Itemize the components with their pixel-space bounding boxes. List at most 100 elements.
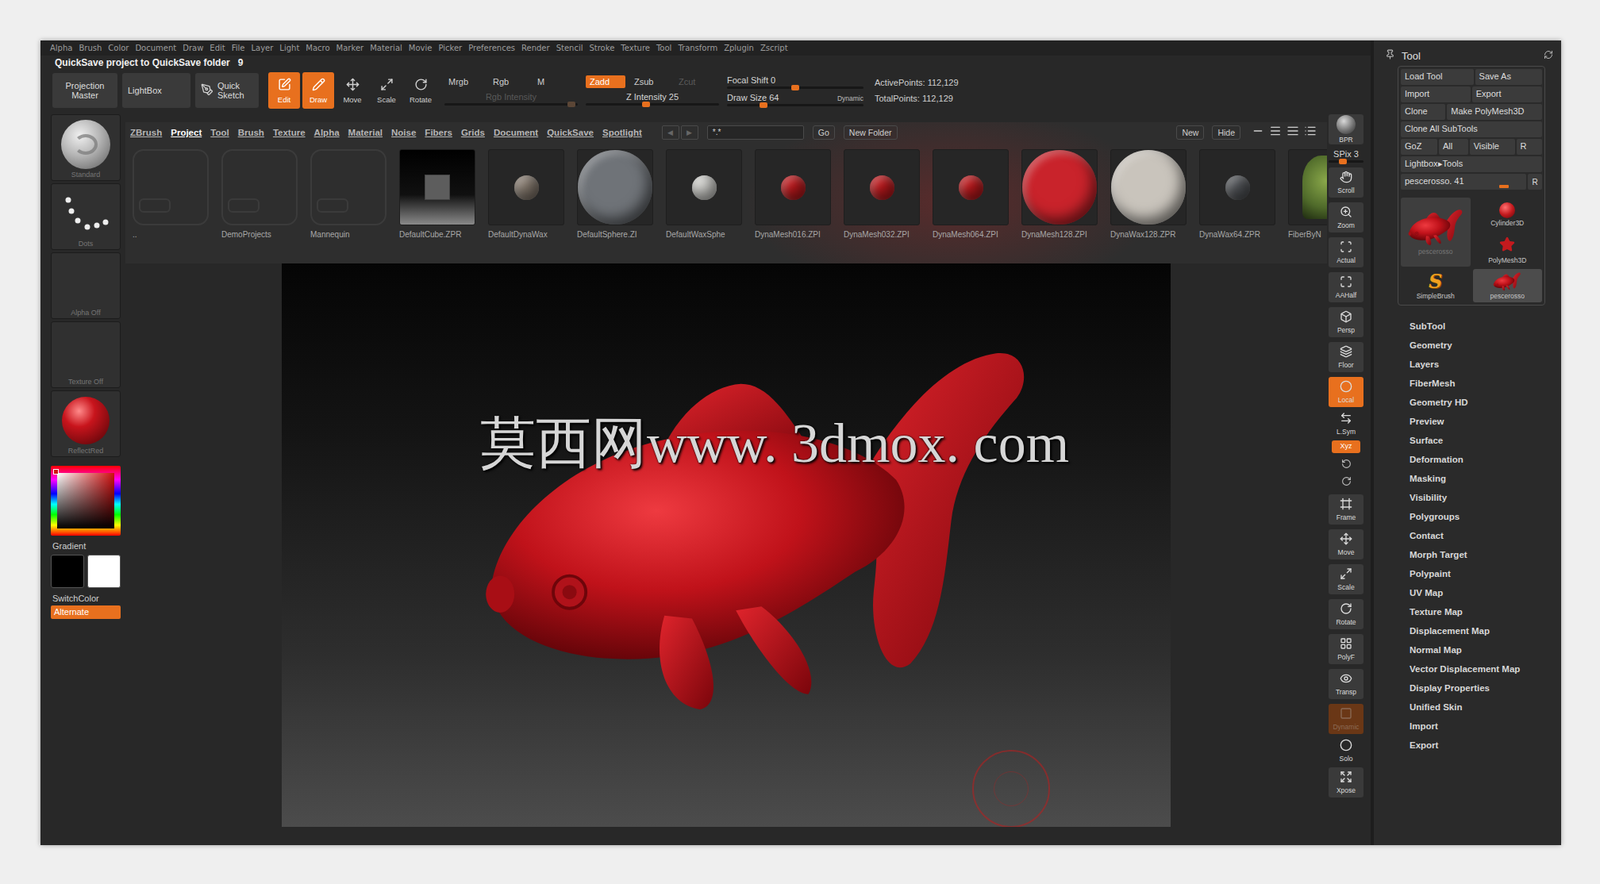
right-shelf-button[interactable]: Zoom: [1328, 202, 1364, 233]
tool-section[interactable]: Polypaint: [1409, 564, 1554, 584]
new-folder-button[interactable]: New Folder: [843, 125, 898, 140]
justify-icon[interactable]: [1286, 124, 1300, 141]
tool-section[interactable]: Displacement Map: [1409, 621, 1554, 641]
tool-panel-button[interactable]: Make PolyMesh3D: [1446, 103, 1543, 120]
tool-panel-button[interactable]: Clone: [1400, 103, 1446, 120]
spix-slider[interactable]: SPix 3: [1328, 149, 1364, 163]
lightbox-tab[interactable]: Grids: [461, 127, 485, 138]
menu-item[interactable]: Render: [521, 43, 550, 53]
tool-section[interactable]: Export: [1409, 735, 1554, 755]
lightbox-tab[interactable]: ZBrush: [130, 127, 162, 138]
tool-section[interactable]: Unified Skin: [1409, 697, 1554, 717]
lightbox-tab[interactable]: Material: [348, 127, 383, 138]
canvas[interactable]: 莫西网www. 3dmox. com: [281, 263, 1171, 827]
mode-button[interactable]: Mrgb: [444, 75, 485, 89]
search-field[interactable]: *.*: [707, 125, 804, 140]
right-shelf-button[interactable]: PolyF: [1328, 634, 1364, 665]
tool-thumb[interactable]: pescerosso: [1400, 197, 1471, 267]
tool-panel-button[interactable]: R: [1516, 138, 1543, 155]
right-shelf-button[interactable]: Floor: [1328, 342, 1364, 373]
shelf-button[interactable]: LightBox: [122, 73, 191, 108]
tool-section[interactable]: UV Map: [1409, 583, 1554, 603]
right-shelf-button[interactable]: Transp: [1328, 669, 1364, 700]
tool-panel-button[interactable]: Load Tool: [1400, 69, 1474, 85]
color-swatch[interactable]: [50, 554, 85, 589]
tool-section[interactable]: Normal Map: [1409, 640, 1554, 660]
lightbox-item[interactable]: DynaWax128.ZPR: [1110, 149, 1187, 239]
lightbox-item[interactable]: DemoProjects: [221, 149, 298, 239]
right-shelf-button[interactable]: Move: [1328, 529, 1364, 560]
dynamic-label[interactable]: Dynamic: [837, 94, 864, 103]
reset-button[interactable]: R: [1527, 173, 1543, 190]
lightbox-item[interactable]: DynaMesh128.ZPI: [1021, 149, 1098, 239]
tool-section[interactable]: Visibility: [1409, 488, 1554, 508]
menu-item[interactable]: Material: [369, 43, 403, 53]
mode-button[interactable]: M: [533, 75, 574, 89]
right-shelf-button[interactable]: Dynamic: [1328, 703, 1364, 735]
lightbox-item[interactable]: ..: [132, 149, 209, 239]
menu-item[interactable]: Preferences: [468, 43, 516, 53]
right-shelf-button[interactable]: Scroll: [1328, 167, 1364, 198]
lightbox-tab[interactable]: Texture: [273, 127, 306, 138]
lightbox-action[interactable]: Hide: [1211, 125, 1241, 140]
lightbox-item[interactable]: Mannequin: [310, 149, 387, 239]
tool-panel-button[interactable]: Clone All SubTools: [1400, 121, 1543, 138]
right-shelf-button[interactable]: BPR: [1328, 114, 1364, 145]
lightbox-item[interactable]: DefaultCube.ZPR: [399, 149, 476, 239]
nav-button[interactable]: ▶: [680, 125, 699, 140]
left-shelf-tile[interactable]: Texture Off: [50, 321, 121, 389]
menu-item[interactable]: Stencil: [556, 43, 584, 53]
lightbox-item[interactable]: DynaMesh032.ZPI: [843, 149, 920, 239]
lightbox-tab[interactable]: Noise: [391, 127, 416, 138]
brush-slider[interactable]: Focal Shift 0: [726, 75, 864, 89]
mode-button[interactable]: Rgb: [488, 75, 529, 89]
lightbox-tab[interactable]: Tool: [210, 127, 229, 138]
tool-section[interactable]: Geometry: [1409, 335, 1554, 355]
menu-item[interactable]: Brush: [78, 43, 102, 53]
menu-item[interactable]: Picker: [438, 43, 462, 53]
tool-section[interactable]: SubTool: [1409, 316, 1554, 336]
rotate-left-icon[interactable]: [1341, 457, 1352, 473]
tool-section[interactable]: Surface: [1409, 430, 1554, 450]
tool-section[interactable]: Contact: [1409, 526, 1554, 546]
color-swatch[interactable]: [87, 554, 121, 589]
tool-thumb[interactable]: SSimpleBrush: [1400, 269, 1471, 303]
intensity-slider[interactable]: Rgb Intensity: [444, 92, 578, 106]
lightbox-item[interactable]: DynaWax64.ZPR: [1199, 149, 1276, 239]
lightbox-item[interactable]: DynaMesh064.ZPI: [932, 149, 1009, 239]
menu-item[interactable]: Document: [134, 43, 177, 53]
rotate-right-icon[interactable]: [1341, 475, 1352, 490]
right-shelf-button[interactable]: Actual: [1328, 237, 1364, 268]
menu-item[interactable]: Layer: [250, 43, 274, 53]
list-icon[interactable]: [1303, 124, 1317, 141]
tool-slider[interactable]: pescerosso. 41: [1400, 173, 1527, 190]
left-shelf-tile[interactable]: Dots: [50, 183, 121, 250]
lightbox-tab[interactable]: Brush: [238, 127, 265, 138]
lightbox-action[interactable]: New: [1176, 125, 1204, 140]
left-shelf-tile[interactable]: Alpha Off: [50, 252, 121, 320]
menu-item[interactable]: Zplugin: [723, 43, 754, 53]
lightbox-item[interactable]: FiberByN: [1288, 149, 1327, 239]
lightbox-tab[interactable]: Document: [493, 127, 539, 138]
tool-thumb[interactable]: PolyMesh3D: [1473, 233, 1543, 267]
menu-item[interactable]: Marker: [336, 43, 365, 53]
brush-slider[interactable]: Draw Size 64Dynamic: [726, 92, 864, 107]
go-button[interactable]: Go: [812, 125, 835, 140]
lightbox-item[interactable]: DefaultWaxSphe: [665, 149, 743, 239]
lightbox-item[interactable]: DefaultDynaWax: [488, 149, 565, 239]
tool-panel-button[interactable]: Save As: [1475, 69, 1543, 85]
goldfish-model[interactable]: [281, 263, 1171, 827]
menu-item[interactable]: Zscript: [760, 43, 789, 53]
tool-section[interactable]: Vector Displacement Map: [1409, 659, 1554, 679]
left-shelf-tile[interactable]: Standard: [50, 114, 121, 181]
tool-button[interactable]: Scale: [370, 72, 403, 109]
tool-button[interactable]: Rotate: [404, 72, 437, 109]
shelf-button[interactable]: Projection Master: [52, 73, 118, 108]
pin-icon[interactable]: [1384, 48, 1396, 63]
tool-panel-button[interactable]: Export: [1472, 86, 1543, 103]
menu-item[interactable]: Texture: [620, 43, 650, 53]
right-shelf-button[interactable]: Local: [1328, 376, 1364, 408]
menu-item[interactable]: Transform: [677, 43, 718, 53]
tool-section[interactable]: Deformation: [1409, 450, 1554, 470]
tool-thumb[interactable]: Cylinder3D: [1473, 197, 1543, 231]
